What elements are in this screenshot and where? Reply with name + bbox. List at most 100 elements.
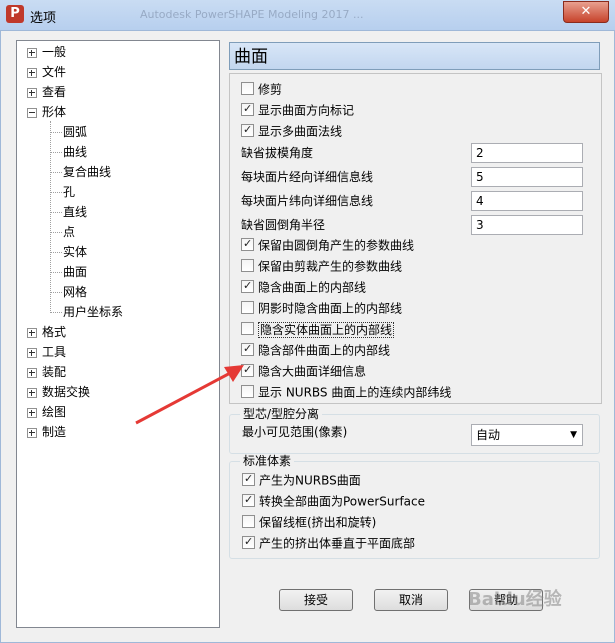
tree-item-label: 一般: [42, 45, 67, 59]
tree-item-label: 网格: [63, 285, 88, 299]
expand-plus-icon[interactable]: [27, 67, 37, 78]
tree-item-label: 点: [63, 225, 76, 239]
primitive-option-checkbox[interactable]: 产生的挤出体垂直于平面底部: [242, 533, 416, 552]
primitive-option-checkbox[interactable]: 转换全部曲面为PowerSurface: [242, 491, 425, 510]
surface-option-checkbox[interactable]: 隐含大曲面详细信息: [241, 361, 367, 380]
tree-node[interactable]: 文件: [27, 63, 66, 81]
primitive-option-checkbox[interactable]: 产生为NURBS曲面: [242, 470, 361, 489]
close-button[interactable]: ✕: [563, 1, 609, 23]
tree-item-label: 装配: [42, 365, 67, 379]
surface-option-checkbox[interactable]: 修剪: [241, 80, 282, 98]
tree-connector: [50, 272, 62, 273]
checkbox-label: 产生的挤出体垂直于平面底部: [259, 536, 416, 551]
checkbox-unchecked-icon[interactable]: [242, 515, 255, 528]
checkbox-checked-icon[interactable]: [241, 277, 254, 295]
expand-plus-icon[interactable]: [27, 327, 37, 338]
tree-leaf[interactable]: 实体: [63, 243, 87, 261]
checkbox-checked-icon[interactable]: [242, 470, 255, 488]
surface-option-checkbox[interactable]: 显示多曲面法线: [241, 121, 343, 140]
tree-node[interactable]: 格式: [27, 323, 66, 341]
field-label: 每块面片经向详细信息线: [241, 170, 374, 184]
surface-option-checkbox[interactable]: 隐含部件曲面上的内部线: [241, 340, 390, 359]
checkbox-unchecked-icon[interactable]: [241, 322, 254, 335]
checkbox-checked-icon[interactable]: [241, 121, 254, 139]
tree-node[interactable]: 查看: [27, 83, 66, 101]
surface-options-panel: 修剪显示曲面方向标记显示多曲面法线 缺省拔模角度 2 每块面片经向详细信息线 5 每块面…: [229, 73, 602, 404]
surface-option-checkbox[interactable]: 隐含实体曲面上的内部线: [241, 320, 395, 338]
background-window-title: Autodesk PowerSHAPE Modeling 2017 ...: [140, 8, 364, 21]
tree-item-label: 格式: [42, 325, 67, 339]
cancel-button[interactable]: 取消: [374, 589, 448, 611]
min-visible-range-value: 自动: [476, 428, 501, 442]
watermark: Baidu经验: [468, 589, 562, 610]
checkbox-checked-icon[interactable]: [241, 235, 254, 253]
numeric-input[interactable]: 5: [471, 167, 583, 187]
tree-item-label: 曲线: [63, 145, 88, 159]
collapse-minus-icon[interactable]: [27, 107, 37, 118]
tree-leaf[interactable]: 曲面: [63, 263, 87, 281]
tree-connector: [50, 252, 62, 253]
tree-node[interactable]: 形体: [27, 103, 66, 121]
tree-node[interactable]: 绘图: [27, 403, 66, 421]
tree-leaf[interactable]: 网格: [63, 283, 87, 301]
tree-leaf[interactable]: 用户坐标系: [63, 303, 123, 321]
checkbox-label: 产生为NURBS曲面: [259, 473, 361, 488]
tree-item-label: 用户坐标系: [63, 305, 124, 319]
numeric-input[interactable]: 4: [471, 191, 583, 211]
surface-option-checkbox[interactable]: 显示曲面方向标记: [241, 100, 355, 119]
checkbox-label: 转换全部曲面为PowerSurface: [259, 494, 425, 509]
surface-option-checkbox[interactable]: 隐含曲面上的内部线: [241, 277, 366, 296]
checkbox-label: 隐含大曲面详细信息: [258, 364, 367, 379]
tree-item-label: 绘图: [42, 405, 67, 419]
checkbox-label: 显示曲面方向标记: [258, 103, 355, 118]
tree-connector: [50, 292, 62, 293]
options-tree[interactable]: 一般文件查看形体圆弧曲线复合曲线孔直线点实体曲面网格用户坐标系格式工具装配数据交…: [16, 40, 220, 628]
tree-leaf[interactable]: 直线: [63, 203, 87, 221]
checkbox-unchecked-icon[interactable]: [241, 259, 254, 272]
min-visible-range-select[interactable]: 自动 ▼: [471, 424, 583, 446]
tree-node[interactable]: 工具: [27, 343, 66, 361]
checkbox-unchecked-icon[interactable]: [241, 301, 254, 314]
expand-plus-icon[interactable]: [27, 427, 37, 438]
tree-connector: [50, 312, 62, 313]
expand-plus-icon[interactable]: [27, 387, 37, 398]
surface-option-checkbox[interactable]: 保留由圆倒角产生的参数曲线: [241, 235, 414, 254]
tree-item-label: 实体: [63, 245, 88, 259]
numeric-input[interactable]: 3: [471, 215, 583, 235]
tree-item-label: 工具: [42, 345, 67, 359]
surface-option-checkbox[interactable]: 显示 NURBS 曲面上的连续内部纬线: [241, 383, 451, 401]
min-visible-range-label: 最小可见范围(像素): [242, 425, 348, 439]
tree-item-label: 查看: [42, 85, 67, 99]
numeric-input[interactable]: 2: [471, 143, 583, 163]
tree-item-label: 曲面: [63, 265, 88, 279]
tree-leaf[interactable]: 圆弧: [63, 123, 87, 141]
tree-node[interactable]: 数据交换: [27, 383, 90, 401]
tree-leaf[interactable]: 孔: [63, 183, 75, 201]
tree-item-label: 数据交换: [42, 385, 91, 399]
tree-item-label: 文件: [42, 65, 67, 79]
tree-node[interactable]: 一般: [27, 43, 66, 61]
surface-option-checkbox[interactable]: 阴影时隐含曲面上的内部线: [241, 299, 402, 317]
app-logo-icon: P: [6, 5, 24, 23]
tree-leaf[interactable]: 曲线: [63, 143, 87, 161]
expand-plus-icon[interactable]: [27, 87, 37, 98]
tree-leaf[interactable]: 复合曲线: [63, 163, 111, 181]
expand-plus-icon[interactable]: [27, 407, 37, 418]
checkbox-label: 显示多曲面法线: [258, 124, 343, 139]
checkbox-checked-icon[interactable]: [241, 100, 254, 118]
title-bar: P 选项 Autodesk PowerSHAPE Modeling 2017 .…: [0, 0, 615, 31]
tree-node[interactable]: 制造: [27, 423, 66, 441]
tree-leaf[interactable]: 点: [63, 223, 75, 241]
checkbox-checked-icon[interactable]: [242, 533, 255, 551]
primitive-option-checkbox[interactable]: 保留线框(挤出和旋转): [242, 513, 376, 531]
checkbox-unchecked-icon[interactable]: [241, 82, 254, 95]
tree-item-label: 制造: [42, 425, 67, 439]
core-cavity-title: 型芯/型腔分离: [240, 407, 323, 421]
expand-plus-icon[interactable]: [27, 47, 37, 58]
accept-button[interactable]: 接受: [279, 589, 353, 611]
checkbox-checked-icon[interactable]: [242, 491, 255, 509]
expand-plus-icon[interactable]: [27, 347, 37, 358]
expand-plus-icon[interactable]: [27, 367, 37, 378]
tree-node[interactable]: 装配: [27, 363, 66, 381]
surface-option-checkbox[interactable]: 保留由剪裁产生的参数曲线: [241, 257, 402, 275]
